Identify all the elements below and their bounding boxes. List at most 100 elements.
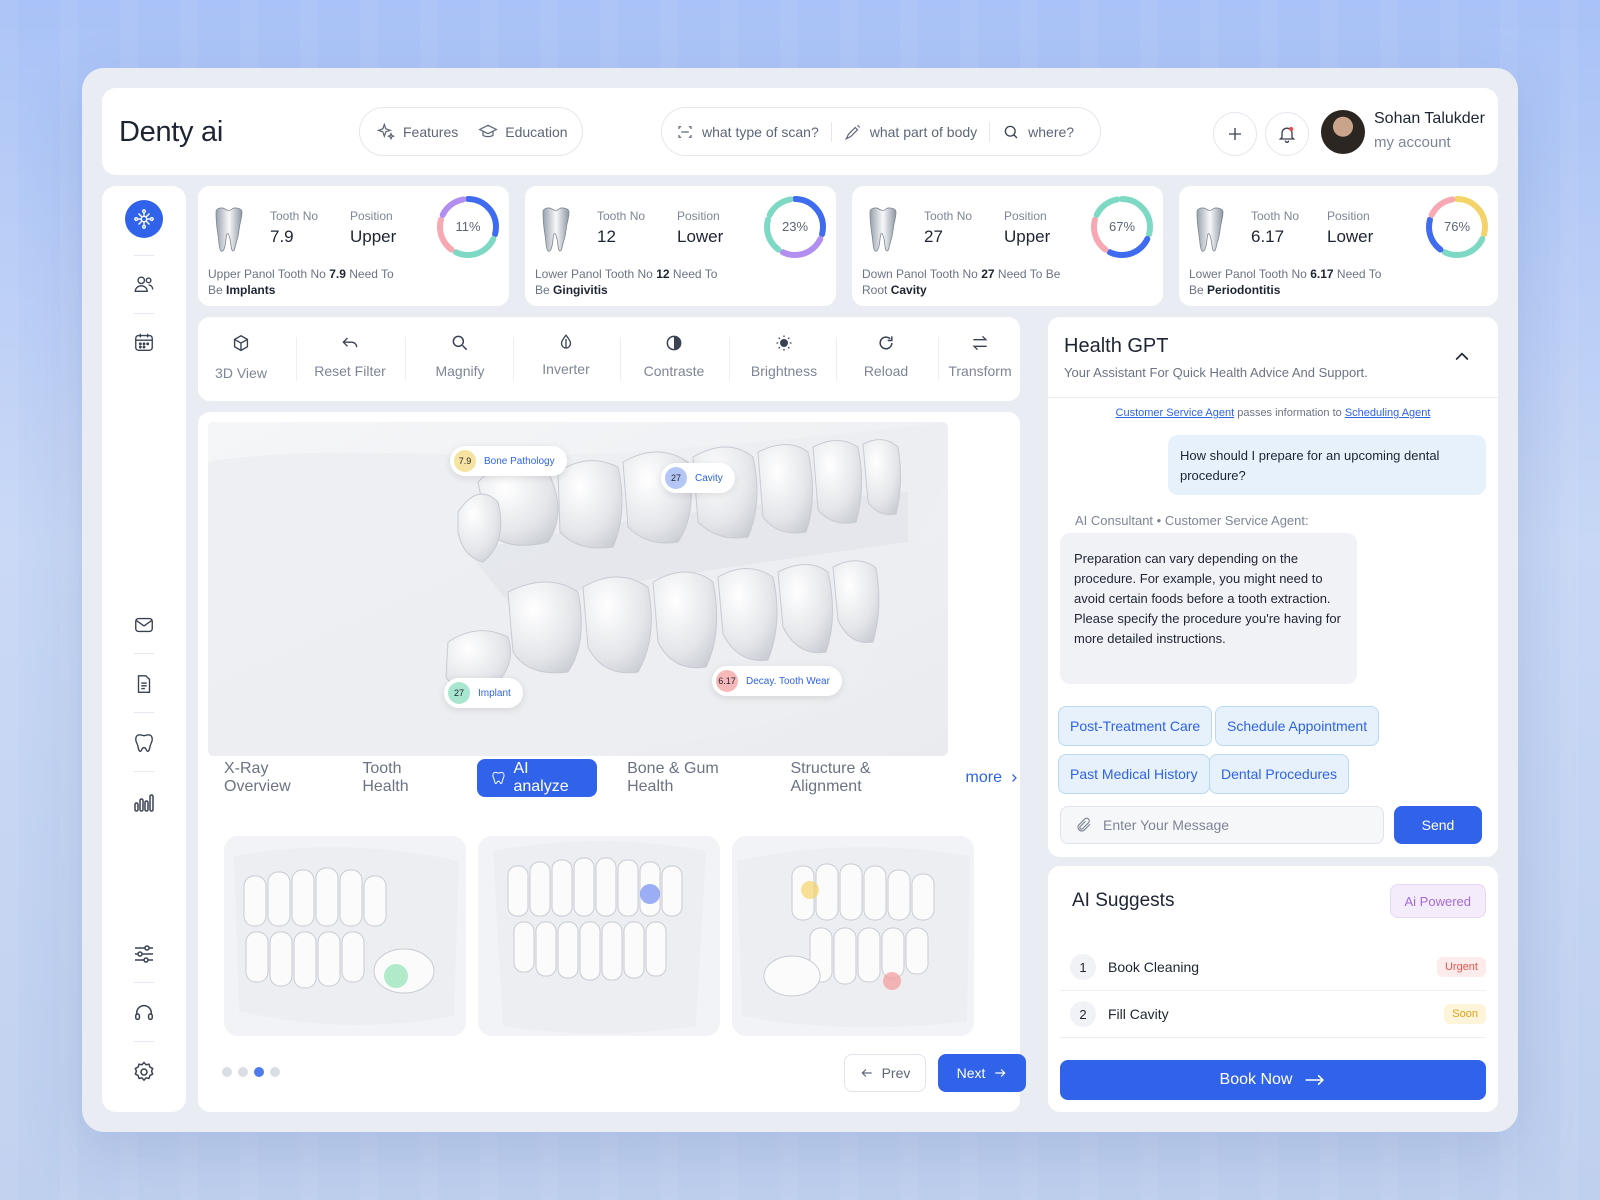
sidebar-item-messages[interactable] <box>132 613 156 637</box>
ai-suggests-panel: AI Suggests Ai Powered 1 Book Cleaning U… <box>1048 866 1498 1112</box>
sidebar-item-dental[interactable] <box>132 731 156 755</box>
suggestion-chip[interactable]: Post-Treatment Care <box>1058 706 1213 746</box>
progress-ring: 76% <box>1424 194 1490 260</box>
ai-sender-label: AI Consultant • Customer Service Agent: <box>1075 513 1309 528</box>
tool-inverter[interactable]: Inverter <box>518 333 614 387</box>
suggestion-row[interactable]: 1 Book Cleaning Urgent <box>1060 944 1486 991</box>
chevron-up-icon[interactable] <box>1452 347 1472 367</box>
carousel-dots <box>222 1067 280 1077</box>
row-number: 2 <box>1070 1001 1096 1027</box>
tooth-icon <box>491 771 505 785</box>
scan-thumbnail-2[interactable] <box>478 836 720 1036</box>
suggestion-row[interactable]: 2 Fill Cavity Soon <box>1060 991 1486 1038</box>
book-now-button[interactable]: Book Now <box>1060 1060 1486 1100</box>
tooth-description: Down Panol Tooth No 27 Need To Be Root C… <box>862 267 1061 297</box>
carousel-dot-active[interactable] <box>254 1067 264 1077</box>
calendar-icon <box>135 333 153 351</box>
suggestion-chip[interactable]: Schedule Appointment <box>1215 706 1380 746</box>
scan-thumbnail-1[interactable] <box>224 836 466 1036</box>
3d-teeth-scan[interactable]: 7.9 Bone Pathology 27 Cavity 27 Implant … <box>208 422 948 756</box>
next-label: Next <box>956 1065 986 1081</box>
book-now-label: Book Now <box>1219 1071 1293 1088</box>
tooth-no-value: 7.9 <box>270 227 294 246</box>
search-bar: what type of scan? what part of body whe… <box>661 107 1101 156</box>
tab-tooth-health[interactable]: Tooth Health <box>362 760 446 796</box>
scan-thumbnail-3[interactable] <box>732 836 974 1036</box>
nav-education[interactable]: Education <box>478 122 568 142</box>
mail-icon <box>135 617 153 633</box>
paperclip-icon[interactable] <box>1075 816 1093 834</box>
scan-tag-cavity[interactable]: 27 Cavity <box>661 463 735 493</box>
tool-reload[interactable]: Reload <box>838 333 934 387</box>
tooth-card-2[interactable]: Tooth No 12 Position Lower Lower Panol T… <box>525 186 836 306</box>
tool-brightness[interactable]: Brightness <box>734 333 834 387</box>
tool-label: Transform <box>948 363 1012 379</box>
body-part-filter[interactable]: what part of body <box>844 123 977 141</box>
tool-transform[interactable]: Transform <box>942 333 1018 387</box>
tool-3d-view[interactable]: 3D View <box>198 333 284 387</box>
prev-button[interactable]: Prev <box>844 1054 926 1092</box>
sidebar-item-documents[interactable] <box>132 672 156 696</box>
scan-tag-bone-pathology[interactable]: 7.9 Bone Pathology <box>450 446 567 476</box>
tag-number: 27 <box>448 682 470 704</box>
tool-contrast[interactable]: Contraste <box>626 333 722 387</box>
tooth-image <box>542 207 570 252</box>
message-placeholder: Enter Your Message <box>1103 817 1230 833</box>
tooth-card-1[interactable]: Tooth No 7.9 Position Upper Upper Panol … <box>198 186 509 306</box>
scan-tag-implant[interactable]: 27 Implant <box>444 678 523 708</box>
sidebar-item-settings[interactable] <box>132 1060 156 1084</box>
agent-link-to[interactable]: Scheduling Agent <box>1345 407 1431 419</box>
urgency-badge: Urgent <box>1436 957 1486 977</box>
next-button[interactable]: Next <box>938 1054 1026 1092</box>
user-name[interactable]: Sohan Talukder <box>1374 110 1485 128</box>
tooth-image <box>869 207 897 252</box>
notifications-button[interactable] <box>1265 112 1309 156</box>
arrow-left-icon <box>861 1069 872 1077</box>
plus-icon <box>1229 128 1241 140</box>
tab-structure-alignment[interactable]: Structure & Alignment <box>790 760 935 796</box>
location-label: where? <box>1028 123 1075 140</box>
nav-features[interactable]: Features <box>376 122 458 142</box>
message-input[interactable]: Enter Your Message <box>1060 806 1384 844</box>
graduation-cap-icon <box>478 124 498 137</box>
tooth-icon <box>135 734 153 752</box>
scan-type-filter[interactable]: what type of scan? <box>676 123 819 141</box>
sidebar-item-filters[interactable] <box>132 942 156 966</box>
add-button[interactable] <box>1213 112 1257 156</box>
transform-icon <box>972 335 988 351</box>
sidebar-item-patients[interactable] <box>132 272 156 296</box>
account-link[interactable]: my account <box>1374 134 1451 151</box>
row-number: 1 <box>1070 954 1096 980</box>
divider <box>989 121 991 142</box>
tab-more[interactable]: more <box>966 769 1020 787</box>
sidebar-logo[interactable] <box>125 200 163 238</box>
percent-label: 67% <box>1109 219 1135 234</box>
tag-label: Implant <box>478 687 511 699</box>
sidebar-item-support[interactable] <box>132 1001 156 1025</box>
carousel-dot[interactable] <box>238 1067 248 1077</box>
send-button[interactable]: Send <box>1394 806 1482 844</box>
scan-tag-decay[interactable]: 6.17 Decay. Tooth Wear <box>712 666 842 696</box>
suggestion-chip[interactable]: Dental Procedures <box>1209 754 1349 794</box>
tool-label: Contraste <box>643 363 705 379</box>
document-icon <box>137 675 151 693</box>
tooth-card-3[interactable]: Tooth No 27 Position Upper Down Panol To… <box>852 186 1163 306</box>
tab-bone-gum-health[interactable]: Bone & Gum Health <box>627 760 760 796</box>
agent-link-from[interactable]: Customer Service Agent <box>1116 407 1235 419</box>
avatar[interactable] <box>1321 110 1365 154</box>
suggestion-chip[interactable]: Past Medical History <box>1058 754 1210 794</box>
tool-magnify[interactable]: Magnify <box>412 333 508 387</box>
tab-xray-overview[interactable]: X-Ray Overview <box>224 760 332 796</box>
location-search[interactable]: where? <box>1002 123 1074 141</box>
position-value: Lower <box>1327 227 1374 246</box>
carousel-dot[interactable] <box>222 1067 232 1077</box>
carousel-dot[interactable] <box>270 1067 280 1077</box>
tab-ai-analyze[interactable]: AI analyze <box>476 759 598 797</box>
tooth-card-4[interactable]: Tooth No 6.17 Position Lower Lower Panol… <box>1179 186 1498 306</box>
tool-reset-filter[interactable]: Reset Filter <box>302 333 398 387</box>
sidebar-item-calendar[interactable] <box>132 330 156 354</box>
tooth-no-label: Tooth No <box>597 209 646 223</box>
headset-icon <box>135 1005 153 1021</box>
sidebar-item-analytics[interactable] <box>132 790 156 814</box>
undo-icon <box>342 337 358 348</box>
